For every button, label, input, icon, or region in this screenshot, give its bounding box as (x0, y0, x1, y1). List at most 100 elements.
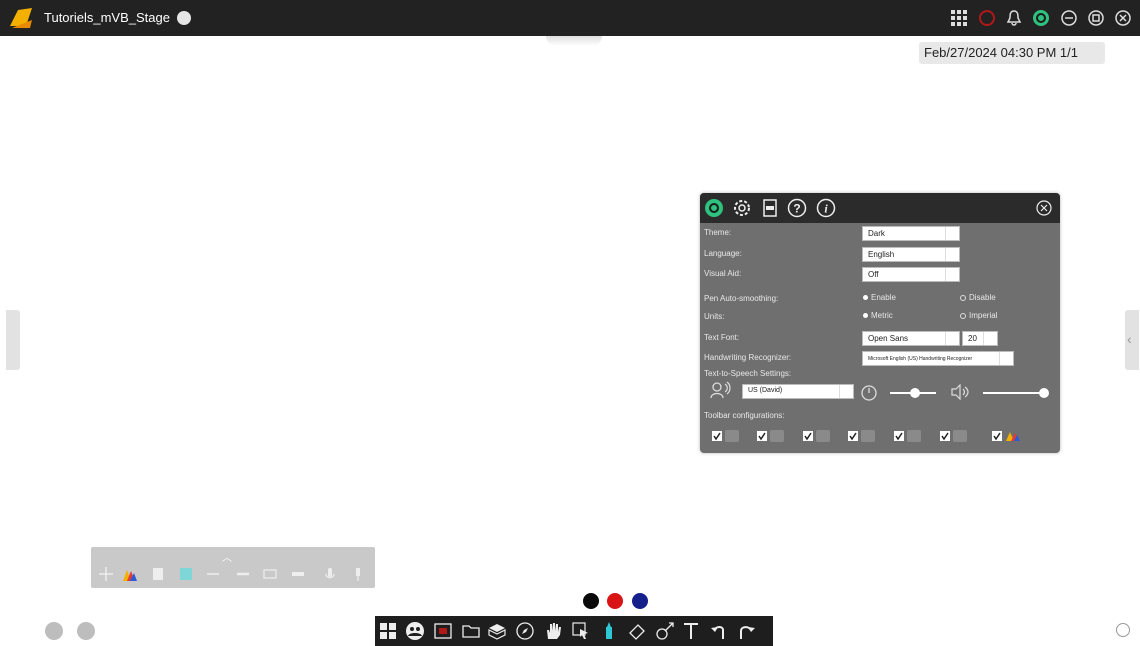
handwriting-label: Handwriting Recognizer: (704, 353, 792, 362)
toolbar-option-checkbox[interactable] (992, 431, 1002, 441)
chevron-down-icon (945, 227, 959, 240)
toolbar-option-checkbox[interactable] (848, 431, 858, 441)
highlighter-icon[interactable] (599, 621, 619, 641)
font-select[interactable]: Open Sans (862, 331, 960, 346)
line-thick-icon[interactable] (235, 566, 251, 582)
settings-icon[interactable] (1032, 9, 1050, 27)
info-icon[interactable] (1116, 623, 1130, 637)
theme-icon[interactable] (704, 198, 724, 218)
line-icon[interactable] (205, 566, 221, 582)
chevron-down-icon (839, 385, 853, 398)
shapes-icon[interactable] (655, 621, 675, 641)
microphone-icon[interactable] (322, 566, 338, 582)
colors-icon (1006, 432, 1020, 441)
toolbar-option-icon (725, 430, 739, 442)
folder-icon[interactable] (461, 621, 481, 641)
language-label: Language: (704, 249, 742, 258)
toolbar-option-checkbox[interactable] (940, 431, 950, 441)
info-icon[interactable]: i (816, 198, 836, 218)
eraser-icon[interactable] (627, 621, 647, 641)
close-icon[interactable] (1114, 9, 1132, 27)
svg-text:i: i (824, 202, 828, 216)
screen-capture-icon[interactable] (433, 621, 453, 641)
pen-smoothing-label: Pen Auto-smoothing: (704, 294, 779, 303)
units-label: Units: (704, 312, 725, 321)
restore-icon[interactable] (1087, 9, 1105, 27)
handwriting-select[interactable]: Microsoft English (US) Handwriting Recog… (862, 351, 1014, 366)
page-indicator: 1/1 (1059, 45, 1078, 60)
presentation-button[interactable] (45, 622, 63, 640)
toolbar-option-icon (953, 430, 967, 442)
theme-select[interactable]: Dark (862, 226, 960, 241)
users-icon[interactable] (405, 621, 425, 641)
box-icon[interactable] (487, 621, 507, 641)
volume-slider[interactable] (983, 392, 1043, 394)
chevron-down-icon (945, 248, 959, 261)
grid-icon[interactable] (950, 9, 968, 27)
settings-header: ? i (700, 193, 1060, 223)
compass-icon[interactable] (515, 621, 535, 641)
voice-select[interactable]: US (David) (742, 384, 854, 399)
redo-icon[interactable] (737, 621, 757, 641)
app-title: Tutoriels_mVB_Stage (44, 10, 170, 25)
move-icon[interactable] (98, 566, 114, 582)
visual-aid-select[interactable]: Off (862, 267, 960, 282)
toolbar-option-checkbox[interactable] (757, 431, 767, 441)
chevron-down-icon (945, 332, 959, 345)
undo-icon[interactable] (709, 621, 729, 641)
speed-slider-knob[interactable] (910, 388, 920, 398)
pin-icon[interactable] (350, 566, 366, 582)
pen-disable-radio[interactable]: Disable (960, 293, 996, 302)
colors-icon[interactable] (122, 566, 138, 582)
chevron-left-icon: ‹ (1127, 331, 1132, 347)
rectangle-icon[interactable] (262, 566, 278, 582)
page-icon[interactable] (150, 566, 166, 582)
red-color-swatch[interactable] (607, 593, 623, 609)
black-color-swatch[interactable] (583, 593, 599, 609)
volume-icon (951, 384, 969, 400)
shape-icon[interactable] (290, 566, 306, 582)
date: Feb/27/2024 (924, 45, 998, 60)
select-icon[interactable] (178, 566, 194, 582)
top-pull-tab[interactable] (546, 36, 602, 46)
bell-icon[interactable] (1005, 9, 1023, 27)
language-select[interactable]: English (862, 247, 960, 262)
toolbar-option-checkbox[interactable] (894, 431, 904, 441)
account-icon[interactable] (177, 11, 191, 25)
chevron-down-icon (983, 332, 997, 345)
close-panel-icon[interactable] (1036, 200, 1052, 216)
toolbar-option-icon (816, 430, 830, 442)
theme-label: Theme: (704, 228, 732, 237)
gear-icon[interactable] (732, 198, 752, 218)
hand-icon[interactable] (543, 621, 563, 641)
font-size-select[interactable]: 20 (962, 331, 998, 346)
date-time-display: Feb/27/2024 04:30 PM 1/1 (919, 42, 1105, 64)
visual-aid-label: Visual Aid: (704, 269, 742, 278)
pointer-icon[interactable] (571, 621, 591, 641)
capture-button[interactable] (77, 622, 95, 640)
blue-color-swatch[interactable] (632, 593, 648, 609)
toolbar-option-checkbox[interactable] (712, 431, 722, 441)
app-logo (10, 8, 32, 28)
windows-icon[interactable] (378, 621, 398, 641)
toolbar-option-icon (770, 430, 784, 442)
record-icon[interactable] (978, 9, 996, 27)
chevron-up-icon[interactable]: ︿ (222, 549, 232, 564)
help-icon[interactable]: ? (787, 198, 807, 218)
app-icon[interactable] (760, 198, 780, 218)
tts-label: Text-to-Speech Settings: (704, 369, 792, 378)
speaker-person-icon (710, 381, 731, 399)
settings-panel: ? i Theme: Dark Language: English Visual… (700, 193, 1060, 453)
left-side-tab[interactable] (6, 310, 20, 370)
pen-enable-radio[interactable]: Enable (863, 293, 896, 302)
toolbar-option-icon (907, 430, 921, 442)
units-imperial-radio[interactable]: Imperial (960, 311, 997, 320)
volume-slider-knob[interactable] (1039, 388, 1049, 398)
units-metric-radio[interactable]: Metric (863, 311, 893, 320)
svg-text:?: ? (793, 202, 800, 216)
time: 04:30 PM (1000, 45, 1057, 60)
toolbar-option-checkbox[interactable] (803, 431, 813, 441)
text-icon[interactable] (681, 621, 701, 641)
minimize-icon[interactable] (1060, 9, 1078, 27)
text-font-label: Text Font: (704, 333, 740, 342)
